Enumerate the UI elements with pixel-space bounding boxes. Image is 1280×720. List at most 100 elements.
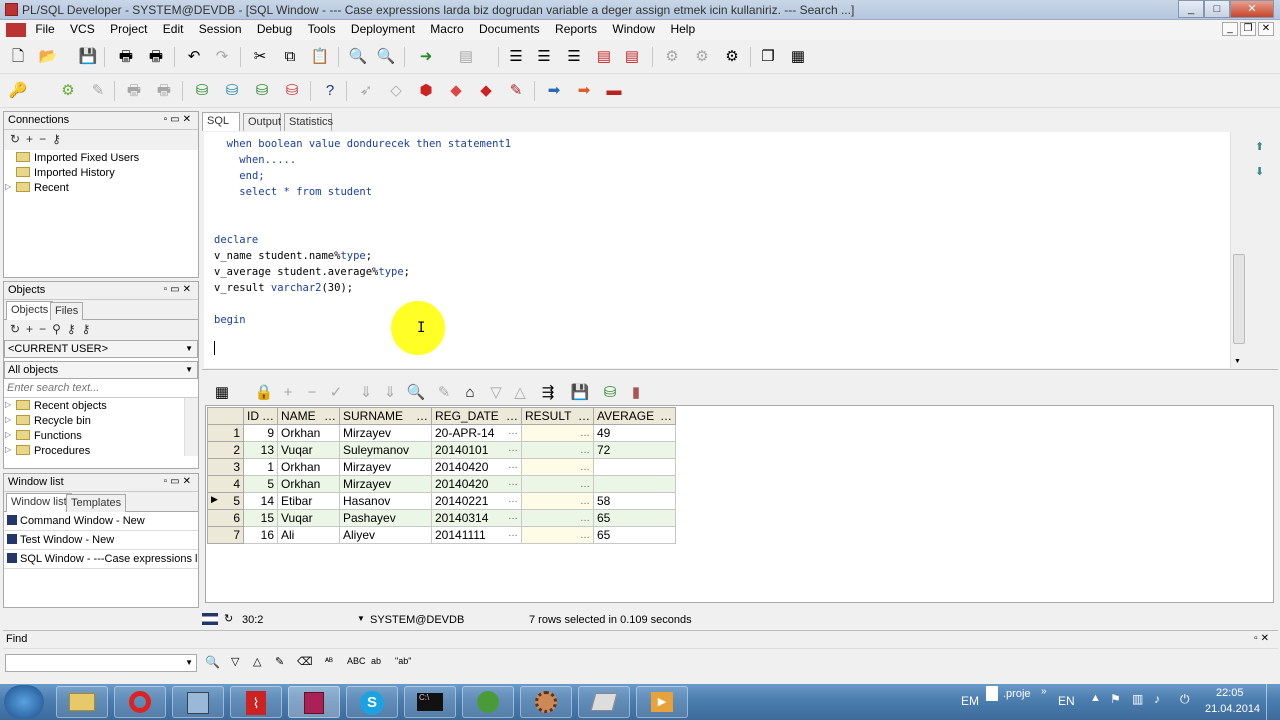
skype-task-icon[interactable]: S [346,686,398,718]
open-icon[interactable]: 📂 [38,47,58,67]
sort-down-icon[interactable]: ▽ [486,383,506,403]
explorer-task-icon[interactable] [56,686,108,718]
tree-item[interactable]: ▷ Recent objects [4,400,198,415]
delete-row-icon[interactable]: − [302,383,322,403]
tree-item[interactable]: ▷ Procedures [4,445,198,460]
window-menu-icon[interactable] [6,22,26,37]
print-preview-icon[interactable]: 🖶 [146,47,166,67]
objects-scrollbar[interactable] [184,398,198,456]
move-down-icon[interactable]: ⬇ [1255,165,1264,178]
debug-step-icon[interactable]: ◇ [386,81,406,101]
table-cell[interactable]: 20140221… [431,492,522,510]
menu-debug[interactable]: Debug [251,20,298,38]
table-cell[interactable]: Mirzayev [339,424,432,442]
lowercase-icon[interactable]: ⚙ [692,47,712,67]
query-by-example-icon[interactable]: 🔍 [406,383,426,403]
expand-icon[interactable]: ▷ [5,430,11,439]
row-number[interactable]: 6 [207,509,244,527]
execute-icon[interactable]: ➜ [416,47,436,67]
cut-icon[interactable]: ✂ [250,47,270,67]
window-list-item[interactable]: Test Window - New [4,531,198,550]
uppercase-icon[interactable]: ⚙ [662,47,682,67]
table-cell[interactable]: 58 [593,492,676,510]
menu-vcs[interactable]: VCS [64,20,101,38]
table-cell[interactable] [593,458,676,476]
sql-window-icon[interactable]: ⛁ [222,81,242,101]
clear-icon[interactable]: ✎ [434,383,454,403]
align-icon[interactable]: ☰ [564,47,584,67]
show-desktop-button[interactable] [1266,684,1280,720]
pdf-task-icon[interactable]: ⌇ [230,686,282,718]
notes-task-icon[interactable] [578,686,630,718]
object-filter-select[interactable]: All objects ▼ [4,361,198,379]
tab-window-list[interactable]: Window list [6,493,72,512]
table-cell[interactable]: 15 [243,509,278,527]
tile-icon[interactable]: ▦ [788,47,808,67]
table-cell[interactable]: Suleymanov [339,441,432,459]
cell-editor-button[interactable]: … [508,528,518,539]
sql-editor[interactable]: when boolean value dondurecek then state… [204,132,1230,368]
tree-item[interactable]: ▷ Functions [4,430,198,445]
editor-scrollbar[interactable]: ▼ [1230,132,1246,368]
indent-icon[interactable]: ☰ [506,47,526,67]
column-header[interactable]: SURNAME … [339,407,432,425]
find-previous-icon[interactable]: △ [253,655,261,668]
table-cell[interactable]: 20141111… [431,526,522,544]
scroll-down-icon[interactable]: ▼ [1234,358,1241,365]
window-list-item[interactable]: Command Window - New [4,512,198,531]
table-cell[interactable]: 20140314… [431,509,522,527]
cell-editor-button[interactable]: … [580,445,590,456]
cell-editor-button[interactable]: … [508,511,518,522]
grid-icon[interactable]: ▦ [212,383,232,403]
table-cell[interactable]: … [521,526,594,544]
add-row-icon[interactable]: + [278,383,298,403]
tab-statistics[interactable]: Statistics [284,113,333,131]
table-cell[interactable]: 65 [593,509,676,527]
media-task-icon[interactable]: ▶ [636,686,688,718]
table-cell[interactable]: 72 [593,441,676,459]
expand-icon[interactable]: ▷ [5,400,11,409]
cell-editor-button[interactable]: … [508,494,518,505]
comment-icon[interactable]: ▤ [594,47,614,67]
cell-editor-button[interactable]: … [580,428,590,439]
table-cell[interactable]: 14 [243,492,278,510]
connection-dropdown-icon[interactable]: ▼ [357,614,365,623]
expand-icon[interactable]: ▷ [5,182,11,191]
post-icon[interactable]: ✓ [326,383,346,403]
mdi-restore-button[interactable]: ❐ [1240,22,1256,36]
column-header[interactable]: RESULT … [521,407,594,425]
cell-editor-button[interactable]: … [508,426,518,437]
table-cell[interactable]: 20140101… [431,441,522,459]
menu-session[interactable]: Session [193,20,248,38]
table-cell[interactable]: Vuqar [277,509,340,527]
column-header[interactable]: AVERAGE … [593,407,676,425]
case-sensitive-icon[interactable]: ᴬᴮ [325,656,333,666]
db-icon[interactable]: ⛁ [600,383,620,403]
input-language[interactable]: EM [961,694,979,708]
result-grid[interactable]: ID … NAME … SURNAME … REG_DATE … RESULT … [207,407,676,544]
table-cell[interactable]: … [521,441,594,459]
tab-objects[interactable]: Objects [6,301,54,320]
save-icon[interactable]: 💾 [78,47,98,67]
print2-icon[interactable]: 🖶 [124,81,144,101]
expand-icon[interactable]: ▷ [5,445,11,454]
keyboard-language[interactable]: EN [1058,694,1075,708]
save-result-icon[interactable]: 💾 [570,383,590,403]
tree-item[interactable]: ▷ Recent [4,182,198,197]
explain-icon[interactable]: ▤ [456,47,476,67]
format-icon[interactable]: ⚙ [722,47,742,67]
regex-icon[interactable]: "ab" [395,656,411,666]
table-cell[interactable]: … [521,492,594,510]
table-row[interactable]: 4 5 Orkhan Mirzayev 20140420…… [207,475,676,493]
table-cell[interactable]: … [521,458,594,476]
table-cell[interactable]: 9 [243,424,278,442]
find-icon[interactable]: 🔍 [348,47,368,67]
table-row[interactable]: 7 16 Ali Aliyev 20141111 … … 65 [207,526,676,544]
menu-tools[interactable]: Tools [302,20,342,38]
power-icon[interactable]: ⏻ [1180,692,1190,707]
row-number[interactable]: ▶ 5 [207,492,244,510]
uncomment-icon[interactable]: ▤ [622,47,642,67]
rollback-icon[interactable]: ⛁ [282,81,302,101]
redo-icon[interactable]: ↷ [212,47,232,67]
opera-task-icon[interactable] [114,686,166,718]
